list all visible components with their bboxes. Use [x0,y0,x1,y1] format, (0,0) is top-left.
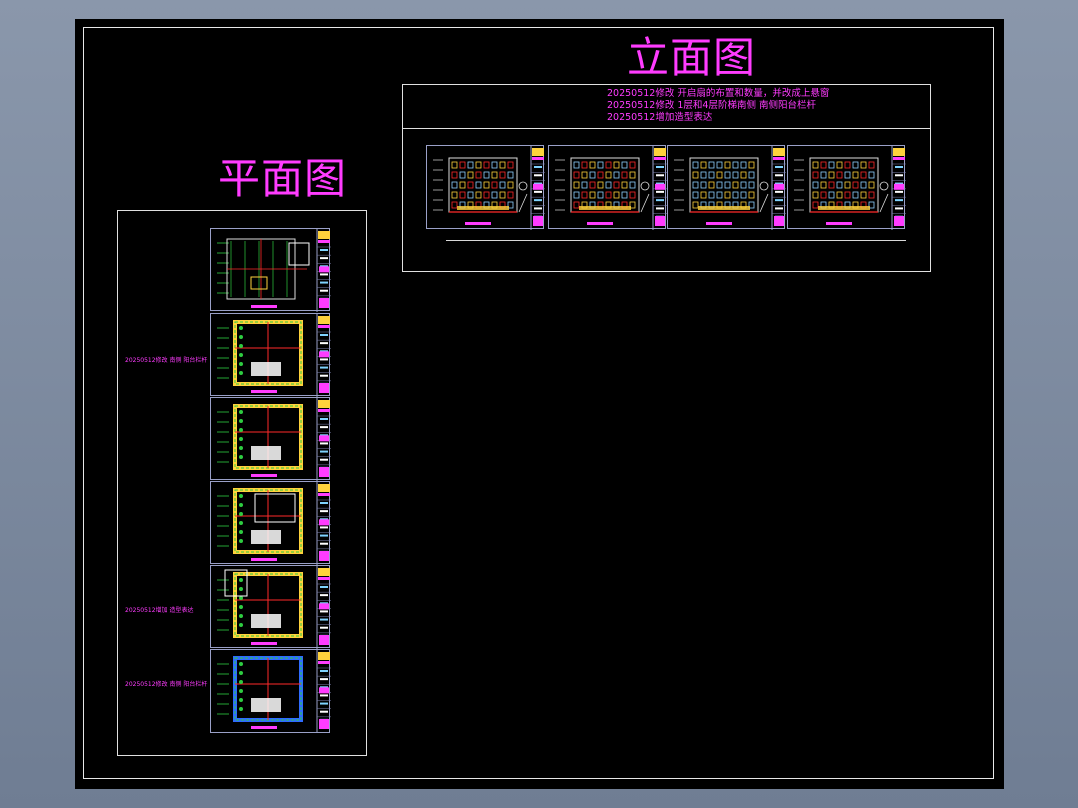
drawing-sheet[interactable]: 立面图 20250512修改 开启扇的布置和数量，并改成上悬窗 20250512… [75,19,1004,789]
plan-sheet-thumbnail[interactable] [210,481,331,565]
elevation-drawing [794,146,906,230]
plan-side-note-3: 20250512修改 南侧 阳台栏杆 [125,681,208,688]
elevation-note-3: 20250512增加造型表达 [607,112,713,123]
elevation-title: 立面图 [627,33,757,82]
plan-sheet-thumbnail[interactable] [210,313,331,397]
elevation-baseline [446,240,906,241]
plan-drawing [217,566,331,649]
elevation-note-1: 20250512修改 开启扇的布置和数量，并改成上悬窗 [607,88,830,99]
plan-drawing [217,229,331,312]
plan-drawing [217,482,331,565]
plan-drawing [217,398,331,481]
elevation-sheet-thumbnail[interactable] [548,145,667,230]
elevation-drawing [674,146,786,230]
plan-side-note-1: 20250512修改 南侧 阳台栏杆 [125,357,208,364]
plan-title: 平面图 [218,154,348,203]
plan-drawing [217,650,331,733]
elevation-note-2: 20250512修改 1层和4层阶梯南侧 南侧阳台栏杆 [607,100,816,111]
elevation-drawing [433,146,545,230]
plan-side-note-2: 20250512增加 造型表达 [125,607,194,614]
plan-frame[interactable]: 20250512修改 南侧 阳台栏杆 20250512增加 造型表达 20250… [117,210,367,756]
elevation-sheet-thumbnail[interactable] [426,145,545,230]
plan-drawing [217,314,331,397]
elevation-notes-divider [403,128,930,129]
elevation-sheet-thumbnail[interactable] [787,145,906,230]
elevation-frame[interactable]: 20250512修改 开启扇的布置和数量，并改成上悬窗 20250512修改 1… [402,84,931,272]
plan-sheet-thumbnail[interactable] [210,228,331,312]
elevation-drawing [555,146,667,230]
plan-sheet-thumbnail[interactable] [210,649,331,733]
plan-sheet-thumbnail[interactable] [210,565,331,649]
plan-sheet-thumbnail[interactable] [210,397,331,481]
elevation-sheet-thumbnail[interactable] [667,145,786,230]
